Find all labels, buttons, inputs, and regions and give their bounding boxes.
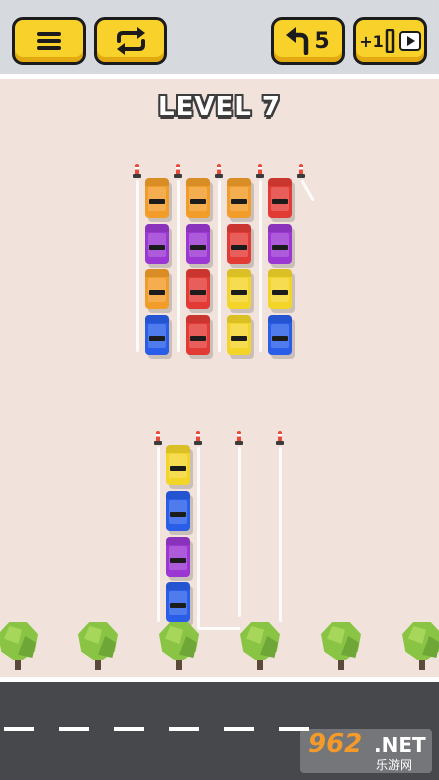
traffic-cone-icon: [297, 164, 305, 179]
tree-icon: [159, 622, 199, 672]
lane-divider: [218, 180, 221, 352]
restart-arrows-icon: [116, 27, 145, 55]
car-orange[interactable]: [145, 269, 169, 309]
tree-icon: [78, 622, 118, 672]
car-purple[interactable]: [166, 537, 190, 577]
car-blue[interactable]: [166, 491, 190, 531]
car-red[interactable]: [268, 178, 292, 218]
car-red[interactable]: [186, 315, 210, 355]
road-dash: [4, 727, 34, 731]
car-purple[interactable]: [268, 224, 292, 264]
lane-divider: [238, 447, 241, 617]
traffic-cone-icon: [215, 164, 223, 179]
menu-button[interactable]: [12, 17, 86, 65]
traffic-cone-icon: [276, 431, 284, 446]
lane-divider: [259, 180, 262, 352]
lane-divider: [279, 447, 282, 622]
lane-slot-icon: [385, 29, 395, 53]
traffic-cone-icon: [174, 164, 182, 179]
lane-divider: [136, 180, 139, 352]
lane-end-line: [198, 627, 240, 630]
road-dash: [114, 727, 144, 731]
traffic-cone-icon: [256, 164, 264, 179]
tree-icon: [402, 622, 439, 672]
watermark-suffix: .NET: [374, 733, 426, 757]
level-title: LEVEL 7: [158, 92, 281, 122]
traffic-cone-icon: [194, 431, 202, 446]
restart-button[interactable]: [94, 17, 167, 65]
undo-arrow-icon: [286, 27, 309, 55]
traffic-cone-icon: [154, 431, 162, 446]
car-yellow[interactable]: [268, 269, 292, 309]
road-dash: [169, 727, 199, 731]
car-blue[interactable]: [166, 582, 190, 622]
traffic-cone-icon: [235, 431, 243, 446]
play-video-icon: [398, 31, 421, 51]
car-yellow[interactable]: [227, 315, 251, 355]
watermark-caption: 乐游网: [376, 758, 413, 772]
undo-button[interactable]: 5: [271, 17, 345, 65]
add-lane-label: +1: [359, 31, 384, 51]
road-dash: [59, 727, 89, 731]
car-blue[interactable]: [268, 315, 292, 355]
car-purple[interactable]: [186, 224, 210, 264]
lane-divider: [177, 180, 180, 352]
lane-divider: [197, 447, 200, 629]
undo-count: 5: [314, 28, 330, 54]
car-yellow[interactable]: [227, 269, 251, 309]
lane-divider: [157, 447, 160, 622]
watermark-number: 962: [308, 729, 363, 759]
road-dash: [224, 727, 254, 731]
car-orange[interactable]: [145, 178, 169, 218]
car-orange[interactable]: [227, 178, 251, 218]
car-blue[interactable]: [145, 315, 169, 355]
add-lane-video-button[interactable]: +1: [353, 17, 427, 65]
car-red[interactable]: [186, 269, 210, 309]
traffic-cone-icon: [133, 164, 141, 179]
watermark-logo: 962 .NET 乐游网: [300, 729, 432, 773]
tree-icon: [240, 622, 280, 672]
tree-icon: [321, 622, 361, 672]
car-red[interactable]: [227, 224, 251, 264]
car-yellow[interactable]: [166, 445, 190, 485]
hamburger-menu-icon: [37, 32, 61, 50]
car-orange[interactable]: [186, 178, 210, 218]
tree-icon: [0, 622, 38, 672]
car-purple[interactable]: [145, 224, 169, 264]
